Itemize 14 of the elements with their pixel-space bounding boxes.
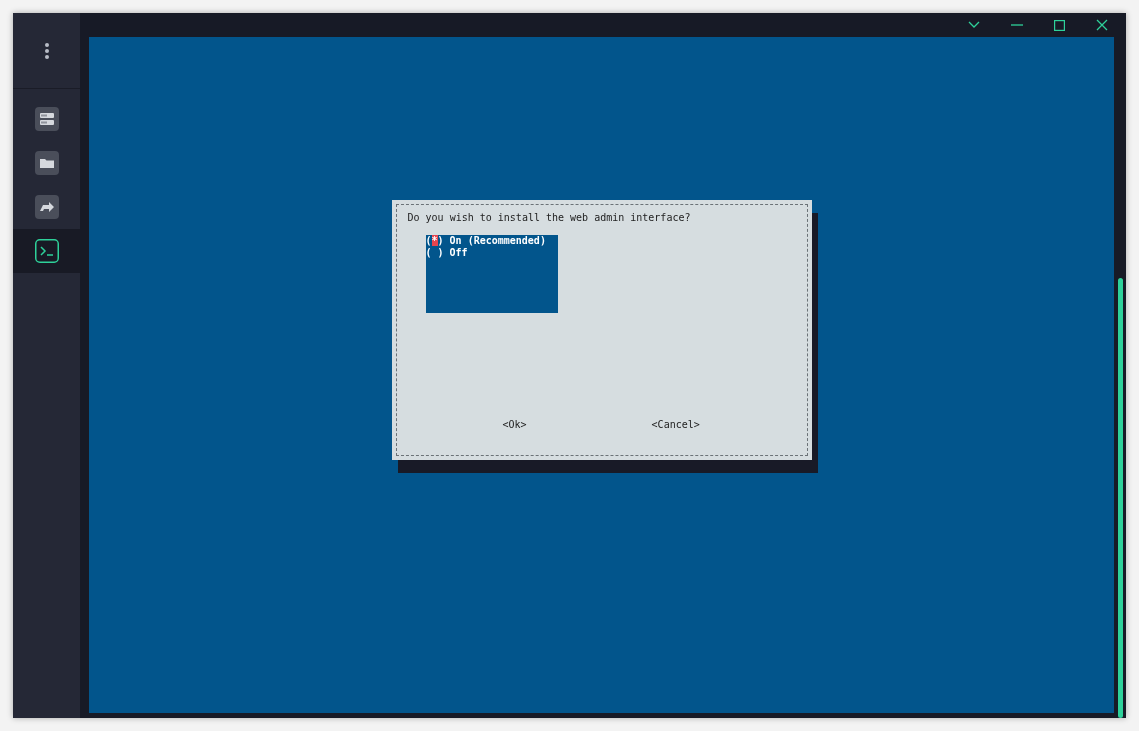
dialog-button[interactable]: <Ok>: [502, 419, 527, 430]
server-icon[interactable]: [34, 107, 59, 131]
option-label[interactable]: Off: [443, 247, 468, 258]
scrollbar-thumb[interactable]: [1118, 278, 1123, 718]
close-icon[interactable]: [1096, 19, 1108, 31]
menu-icon[interactable]: [43, 41, 50, 60]
folder-icon[interactable]: [34, 151, 59, 175]
terminal-icon[interactable]: [34, 239, 59, 263]
dialog-button[interactable]: <Cancel>: [651, 419, 700, 430]
maximize-icon[interactable]: [1054, 19, 1065, 31]
dialog-question: Do you wish to install the web admin interface?: [407, 212, 692, 223]
option-label[interactable]: On (Recommended): [443, 235, 546, 246]
chevron-down-icon[interactable]: [968, 21, 980, 29]
radio-button[interactable]: ( ): [425, 247, 444, 258]
